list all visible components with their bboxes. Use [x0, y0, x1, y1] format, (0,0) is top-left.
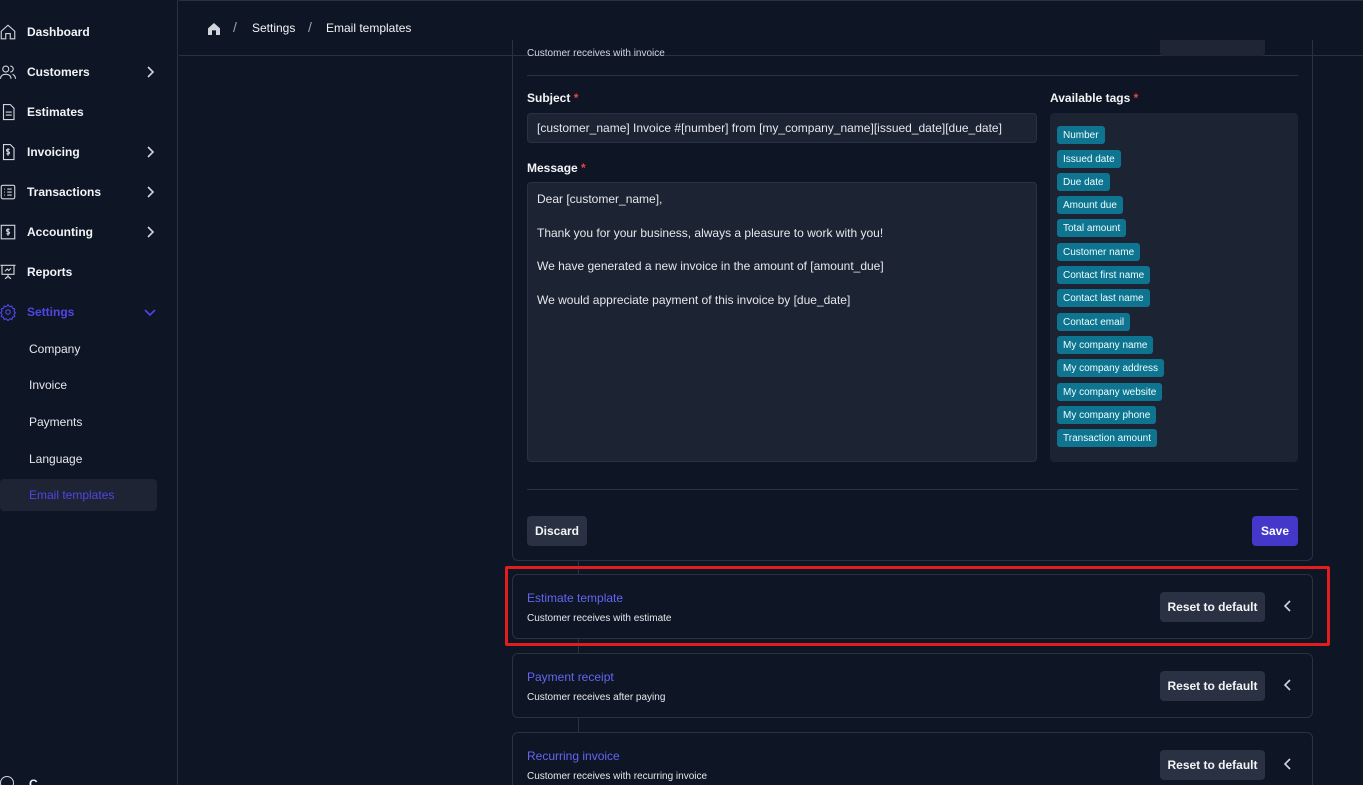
- chevron-right-icon: [143, 65, 157, 79]
- chevron-right-icon: [143, 225, 157, 239]
- tag-customer-name[interactable]: Customer name: [1057, 243, 1141, 261]
- invoice-icon: [0, 142, 18, 162]
- message-textarea[interactable]: Dear [customer_name], Thank you for your…: [527, 182, 1037, 462]
- sidebar-item-accounting[interactable]: Accounting: [0, 220, 160, 244]
- sidebar-item-customers[interactable]: Customers: [0, 60, 160, 84]
- subject-input[interactable]: [customer_name] Invoice #[number] from […: [527, 113, 1037, 143]
- connector-line: [578, 639, 579, 653]
- template-row-estimate[interactable]: Estimate template Customer receives with…: [512, 574, 1313, 639]
- sidebar-item-reports[interactable]: Reports: [0, 260, 160, 284]
- divider: [527, 489, 1298, 490]
- template-description: Customer receives with invoice: [527, 48, 665, 59]
- sidebar-item-label: Transactions: [27, 185, 102, 199]
- partial-icon: [0, 776, 14, 785]
- tag-issued-date[interactable]: Issued date: [1057, 150, 1121, 168]
- sidebar-item-partial[interactable]: C...: [29, 777, 48, 785]
- reset-to-default-button[interactable]: Reset to default: [1160, 592, 1265, 622]
- tag-my-company-website[interactable]: My company website: [1057, 383, 1163, 401]
- sidebar-item-estimates[interactable]: Estimates: [0, 100, 160, 124]
- sidebar-item-dashboard[interactable]: Dashboard: [0, 20, 160, 44]
- breadcrumb-separator: /: [308, 19, 312, 35]
- sidebar-item-label: Accounting: [27, 225, 93, 239]
- discard-button[interactable]: Discard: [527, 516, 587, 546]
- sidebar-sub-language[interactable]: Language: [0, 443, 157, 475]
- sidebar-item-label: Customers: [27, 65, 90, 79]
- sidebar-item-label: Estimates: [27, 105, 84, 119]
- tag-my-company-phone[interactable]: My company phone: [1057, 406, 1157, 424]
- sidebar: Dashboard Customers Estimates Invoicing …: [0, 0, 178, 785]
- chevron-left-icon[interactable]: [1281, 678, 1295, 692]
- template-description: Customer receives after paying: [527, 692, 666, 703]
- message-line: Dear [customer_name],: [537, 192, 663, 206]
- breadcrumb-email-templates: Email templates: [326, 21, 412, 35]
- reset-button-clipped[interactable]: [1160, 40, 1265, 56]
- tag-total-amount[interactable]: Total amount: [1057, 219, 1127, 237]
- available-tags-label: Available tags *: [1050, 91, 1139, 105]
- message-label: Message *: [527, 161, 586, 175]
- message-line: Thank you for your business, always a pl…: [537, 225, 884, 240]
- message-line: We would appreciate payment of this invo…: [537, 292, 851, 307]
- gear-icon: [0, 302, 18, 322]
- template-description: Customer receives with recurring invoice: [527, 771, 708, 782]
- sidebar-item-settings[interactable]: Settings: [0, 300, 160, 324]
- home-icon[interactable]: [206, 21, 222, 37]
- save-button[interactable]: Save: [1252, 516, 1298, 546]
- tag-transaction-amount[interactable]: Transaction amount: [1057, 429, 1158, 447]
- divider: [527, 75, 1298, 76]
- reset-to-default-button[interactable]: Reset to default: [1160, 671, 1265, 701]
- sidebar-item-label: Reports: [27, 265, 73, 279]
- template-description: Customer receives with estimate: [527, 613, 672, 624]
- template-title[interactable]: Payment receipt: [527, 670, 614, 684]
- home-icon: [0, 22, 18, 42]
- tag-contact-email[interactable]: Contact email: [1057, 313, 1131, 331]
- tag-amount-due[interactable]: Amount due: [1057, 196, 1123, 214]
- tag-contact-last-name[interactable]: Contact last name: [1057, 289, 1150, 307]
- tag-my-company-name[interactable]: My company name: [1057, 336, 1154, 354]
- users-icon: [0, 62, 18, 82]
- chevron-right-icon: [143, 185, 157, 199]
- sidebar-sub-payments[interactable]: Payments: [0, 406, 157, 438]
- sidebar-sub-company[interactable]: Company: [0, 333, 157, 365]
- reset-to-default-button[interactable]: Reset to default: [1160, 750, 1265, 780]
- template-row-payment-receipt[interactable]: Payment receipt Customer receives after …: [512, 653, 1313, 718]
- available-tags-box: Number Issued date Due date Amount due T…: [1050, 113, 1298, 462]
- connector-line: [578, 561, 579, 574]
- connector-line: [578, 718, 579, 732]
- breadcrumb-separator: /: [233, 19, 237, 35]
- subject-label: Subject *: [527, 91, 579, 105]
- template-row-recurring-invoice[interactable]: Recurring invoice Customer receives with…: [512, 732, 1313, 785]
- sidebar-item-invoicing[interactable]: Invoicing: [0, 140, 160, 164]
- presentation-icon: [0, 262, 18, 282]
- template-title[interactable]: Recurring invoice: [527, 749, 620, 763]
- sidebar-item-transactions[interactable]: Transactions: [0, 180, 160, 204]
- chevron-down-icon: [143, 305, 157, 319]
- chevron-left-icon[interactable]: [1281, 599, 1295, 613]
- sidebar-item-label: Invoicing: [27, 145, 80, 159]
- chevron-right-icon: [143, 145, 157, 159]
- list-icon: [0, 182, 18, 202]
- chevron-left-icon[interactable]: [1281, 757, 1295, 771]
- tag-due-date[interactable]: Due date: [1057, 173, 1110, 191]
- tag-contact-first-name[interactable]: Contact first name: [1057, 266, 1151, 284]
- breadcrumb-settings[interactable]: Settings: [252, 21, 295, 35]
- tag-my-company-address[interactable]: My company address: [1057, 359, 1165, 377]
- message-line: We have generated a new invoice in the a…: [537, 259, 884, 273]
- accounting-icon: [0, 222, 18, 242]
- sidebar-item-label: Dashboard: [27, 25, 90, 39]
- sidebar-sub-email-templates[interactable]: Email templates: [0, 479, 157, 511]
- template-title[interactable]: Estimate template: [527, 591, 623, 605]
- sidebar-item-label: Settings: [27, 305, 75, 319]
- tag-number[interactable]: Number: [1057, 126, 1105, 144]
- sidebar-sub-invoice[interactable]: Invoice: [0, 369, 157, 401]
- document-icon: [0, 102, 18, 122]
